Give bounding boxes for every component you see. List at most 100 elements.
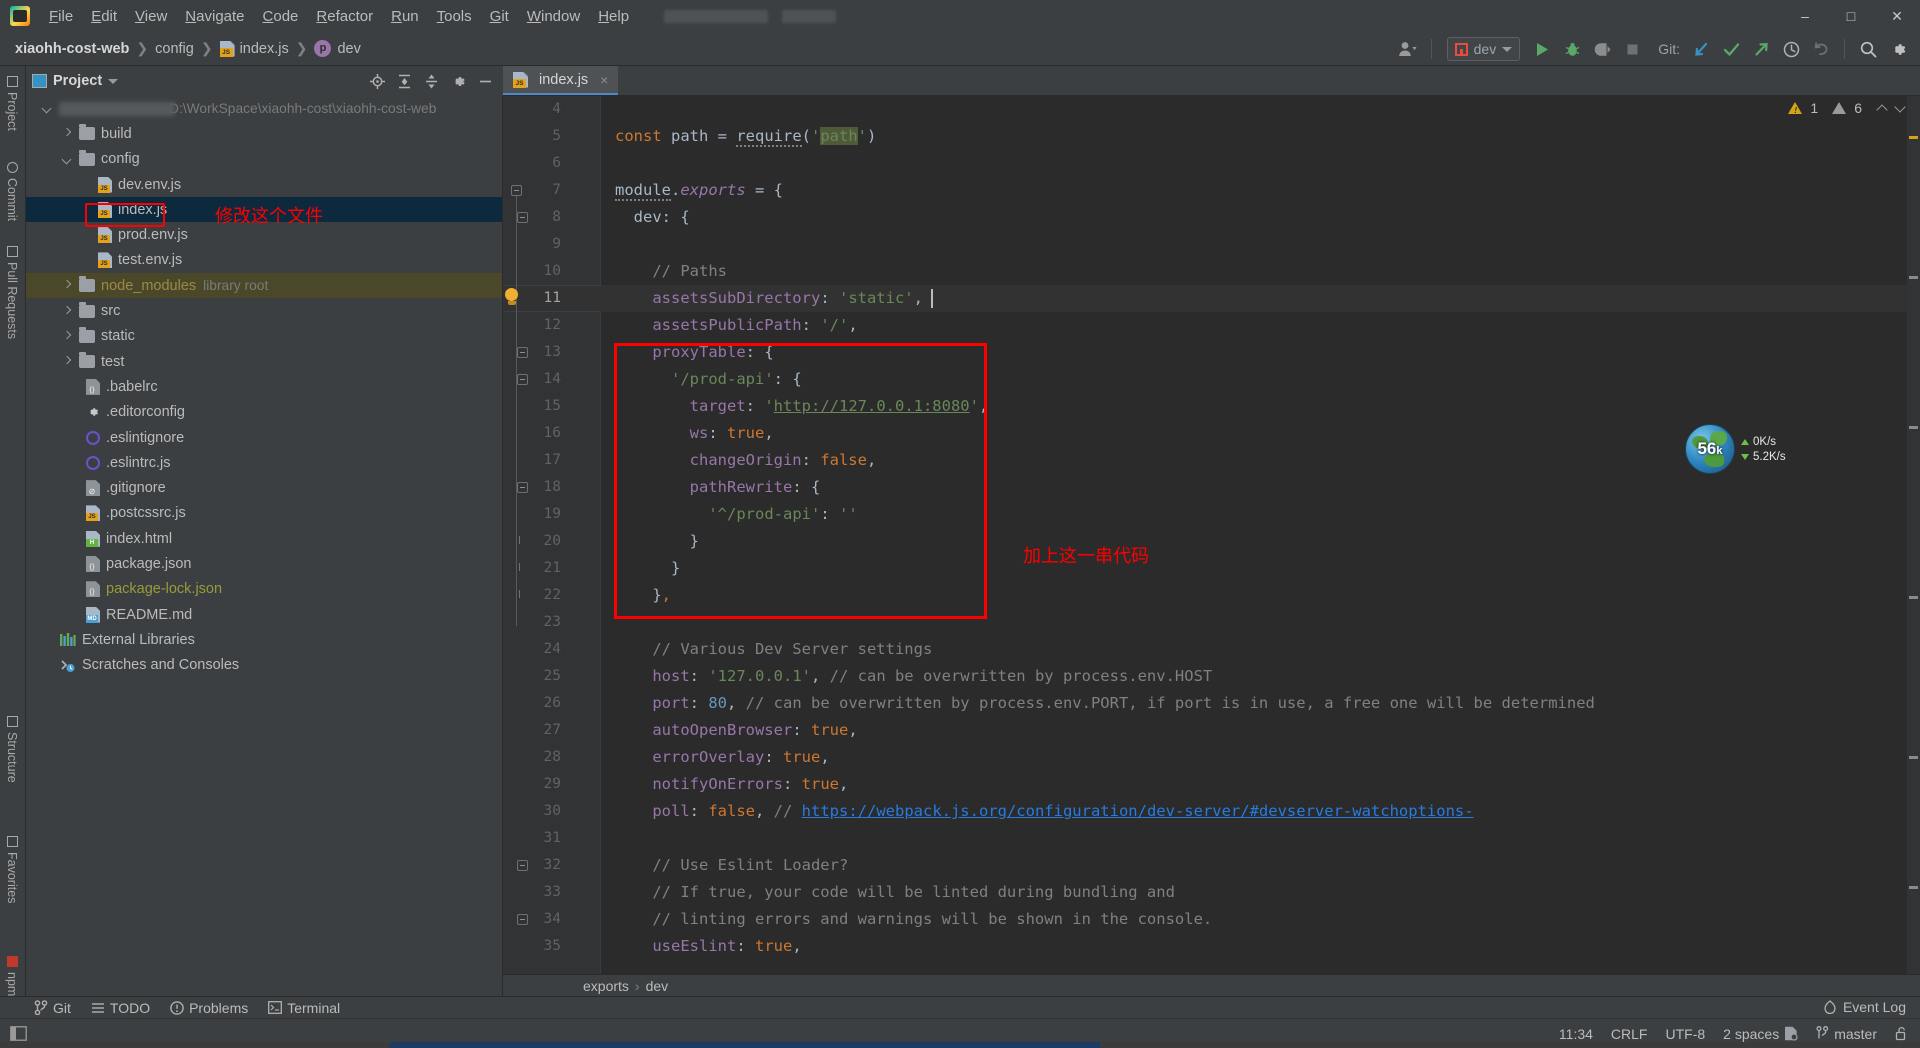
- menu-item-refactor[interactable]: Refactor: [307, 5, 382, 28]
- tree-row-build[interactable]: build: [26, 121, 502, 146]
- stripe-button-favorites[interactable]: Favorites: [0, 826, 24, 913]
- fold-marker-line-8[interactable]: [517, 212, 528, 223]
- git-push-icon[interactable]: [1747, 36, 1775, 62]
- tree-row-root[interactable]: D:\WorkSpace\xiaohh-cost\xiaohh-cost-web: [26, 96, 502, 121]
- tool-window-git[interactable]: Git: [34, 1000, 71, 1016]
- lock-open-icon[interactable]: [1895, 1026, 1908, 1041]
- hide-panel-icon[interactable]: [473, 70, 497, 92]
- editor-breadcrumb-dev[interactable]: dev: [646, 978, 669, 994]
- tree-row-node-modules[interactable]: node_modules library root: [26, 273, 502, 299]
- git-commit-icon[interactable]: [1717, 36, 1745, 62]
- tree-row-editorconfig[interactable]: .editorconfig: [26, 400, 502, 425]
- chevron-right-icon[interactable]: [60, 355, 73, 368]
- fold-marker-line-32[interactable]: [517, 860, 528, 871]
- code-folding-gutter[interactable]: [573, 96, 601, 996]
- tree-row-prod-env-js[interactable]: JS prod.env.js: [26, 222, 502, 247]
- tool-window-terminal[interactable]: Terminal: [268, 1000, 340, 1016]
- status-line-separator[interactable]: CRLF: [1611, 1026, 1648, 1042]
- status-bar-left[interactable]: [10, 1026, 27, 1041]
- tree-row-test-env-js[interactable]: JS test.env.js: [26, 248, 502, 273]
- network-speed-widget[interactable]: 56k 0K/s 5.2K/s: [1685, 424, 1805, 474]
- maximize-button[interactable]: □: [1828, 0, 1874, 32]
- tree-row-babelrc[interactable]: {} .babelrc: [26, 374, 502, 399]
- fold-marker-line-13[interactable]: [517, 347, 528, 358]
- chevron-right-icon[interactable]: [60, 330, 73, 343]
- stripe-button-structure[interactable]: Structure: [0, 706, 24, 793]
- status-encoding[interactable]: UTF-8: [1665, 1026, 1705, 1042]
- tree-row-eslintignore[interactable]: .eslintignore: [26, 425, 502, 450]
- tool-window-todo[interactable]: TODO: [91, 1000, 150, 1016]
- chevron-down-icon[interactable]: [40, 102, 53, 115]
- tree-row-postcssrc-js[interactable]: JS .postcssrc.js: [26, 501, 502, 526]
- chevron-right-icon[interactable]: [60, 305, 73, 318]
- menu-item-tools[interactable]: Tools: [428, 5, 481, 28]
- tree-row-external-libraries[interactable]: External Libraries: [26, 627, 502, 652]
- chevron-right-icon[interactable]: [60, 127, 73, 140]
- menu-item-run[interactable]: Run: [382, 5, 428, 28]
- expand-all-icon[interactable]: [392, 70, 416, 92]
- breadcrumb-file[interactable]: JS index.js: [215, 39, 294, 59]
- chevron-right-icon[interactable]: [60, 279, 73, 292]
- breadcrumb-project[interactable]: xiaohh-cost-web: [10, 39, 134, 59]
- menu-item-window[interactable]: Window: [518, 5, 589, 28]
- breadcrumb-folder[interactable]: config: [150, 39, 199, 59]
- locate-icon[interactable]: [365, 70, 389, 92]
- menu-item-file[interactable]: File: [40, 5, 82, 28]
- settings-icon[interactable]: [1884, 36, 1912, 62]
- menu-item-help[interactable]: Help: [589, 5, 638, 28]
- chevron-down-icon[interactable]: [108, 78, 119, 84]
- fold-marker-end-line-20[interactable]: [519, 536, 525, 544]
- coverage-icon[interactable]: [1588, 36, 1616, 62]
- debug-icon[interactable]: [1558, 36, 1586, 62]
- tool-window-problems[interactable]: Problems: [170, 1000, 248, 1016]
- menu-item-navigate[interactable]: Navigate: [176, 5, 253, 28]
- inspection-status-widget[interactable]: ! 1 6: [1788, 100, 1906, 116]
- tree-row-index-js[interactable]: JS index.js: [26, 197, 502, 223]
- git-update-icon[interactable]: [1687, 36, 1715, 62]
- editor-scrollbar[interactable]: [1907, 96, 1920, 996]
- close-button[interactable]: ✕: [1874, 0, 1920, 32]
- close-icon[interactable]: ×: [600, 72, 608, 88]
- run-configuration-selector[interactable]: dev: [1446, 37, 1521, 61]
- tree-row-gitignore[interactable]: ⊘ .gitignore: [26, 475, 502, 500]
- fold-marker-line-14[interactable]: [517, 374, 528, 385]
- stripe-button-commit[interactable]: Commit: [0, 152, 24, 231]
- intention-bulb-icon[interactable]: [505, 288, 519, 306]
- tree-row-config[interactable]: config: [26, 147, 502, 172]
- editor-tab-index-js[interactable]: JS index.js ×: [503, 66, 619, 95]
- fold-marker-end-line-22[interactable]: [519, 590, 525, 598]
- code-editor[interactable]: 4 5 6 7 8 9 10 11 12 13 14 15 16 17 18 1…: [503, 96, 1920, 996]
- run-icon[interactable]: [1528, 36, 1556, 62]
- tree-row-test[interactable]: test: [26, 349, 502, 374]
- stripe-button-project[interactable]: Project: [0, 66, 24, 141]
- fold-marker-line-18[interactable]: [517, 482, 528, 493]
- tree-row-src[interactable]: src: [26, 298, 502, 323]
- status-indent[interactable]: 2 spaces: [1723, 1026, 1798, 1042]
- tree-row-scratches-and-consoles[interactable]: Scratches and Consoles: [26, 653, 502, 678]
- undo-icon[interactable]: [1807, 36, 1835, 62]
- menu-item-edit[interactable]: Edit: [82, 5, 126, 28]
- status-git-branch[interactable]: master: [1816, 1026, 1877, 1042]
- search-icon[interactable]: [1854, 36, 1882, 62]
- minimize-button[interactable]: –: [1782, 0, 1828, 32]
- project-tree[interactable]: D:\WorkSpace\xiaohh-cost\xiaohh-cost-web…: [26, 96, 503, 996]
- editor-breadcrumb-exports[interactable]: exports: [583, 978, 629, 994]
- next-problem-icon[interactable]: [1896, 103, 1906, 113]
- menu-item-view[interactable]: View: [126, 5, 176, 28]
- history-icon[interactable]: [1777, 36, 1805, 62]
- tree-row-package-lock-json[interactable]: {} package-lock.json: [26, 577, 502, 602]
- collapse-all-icon[interactable]: [419, 70, 443, 92]
- menu-item-code[interactable]: Code: [254, 5, 308, 28]
- tree-row-static[interactable]: static: [26, 324, 502, 349]
- user-avatar-icon[interactable]: [1394, 36, 1422, 62]
- stripe-button-pull-requests[interactable]: Pull Requests: [0, 236, 24, 349]
- settings-icon[interactable]: [446, 70, 470, 92]
- breadcrumb-symbol[interactable]: p dev: [309, 38, 365, 59]
- code-text-area[interactable]: const path = require('path') module.expo…: [601, 96, 1920, 996]
- tree-row-dev-env-js[interactable]: JS dev.env.js: [26, 172, 502, 197]
- prev-problem-icon[interactable]: [1878, 103, 1888, 113]
- event-log-button[interactable]: Event Log: [1823, 996, 1906, 1018]
- fold-marker-line-34[interactable]: [517, 914, 528, 925]
- chevron-down-icon[interactable]: [60, 153, 73, 166]
- tree-row-eslintrc-js[interactable]: .eslintrc.js: [26, 450, 502, 475]
